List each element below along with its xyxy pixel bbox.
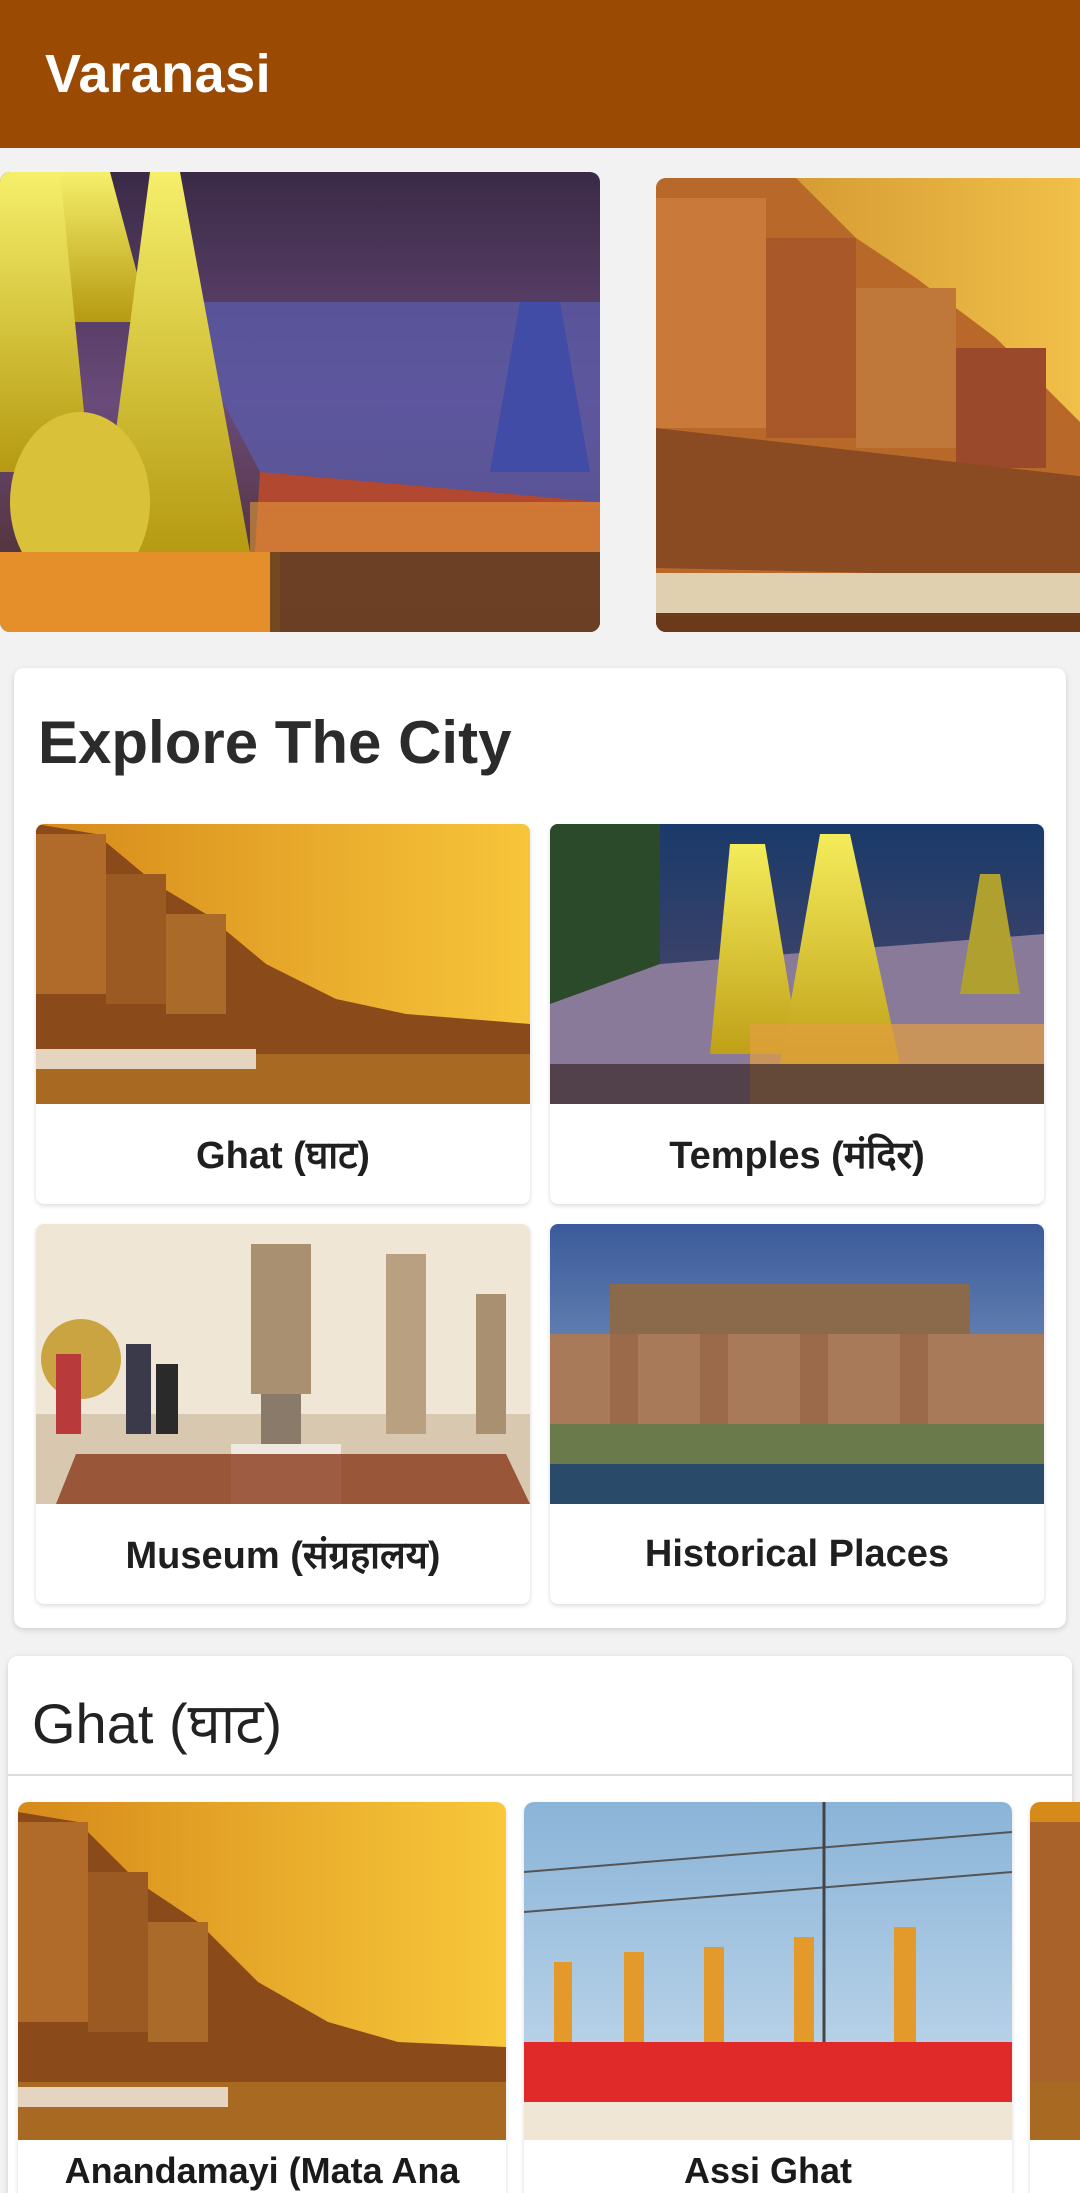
ghat-item-assi[interactable]: Assi Ghat (524, 1802, 1012, 2193)
tile-label: Museum (संग्रहालय) (125, 1535, 441, 1577)
carousel-slide-temple[interactable] (0, 172, 600, 632)
fort-photo (550, 1224, 1044, 1504)
aarti-photo (524, 1802, 1012, 2140)
tile-temples[interactable]: Temples (मंदिर) (550, 824, 1044, 1204)
explore-city-card: Explore The City Ghat (घाट) Temples (मंद… (14, 668, 1066, 1628)
ghat-item-label: Anandamayi (Mata Ana (64, 2150, 460, 2191)
app-title: Varanasi (45, 44, 272, 104)
temple-night-photo (0, 172, 600, 632)
app-bar: Varanasi (0, 0, 1080, 148)
ghat-item-label: Assi Ghat (683, 2150, 853, 2191)
ghat-photo (36, 824, 530, 1104)
tile-label: Historical Places (644, 1532, 950, 1575)
museum-photo (36, 1224, 530, 1504)
ghat-photo (1030, 1802, 1080, 2140)
ghat-photo (18, 1802, 506, 2140)
ghat-section: Ghat (घाट) Anandamayi (Mata Ana Assi Gha… (8, 1656, 1080, 2193)
tile-label: Ghat (घाट) (196, 1135, 370, 1177)
temple-photo (550, 824, 1044, 1104)
ghat-item-partial[interactable] (1030, 1802, 1080, 2193)
divider (8, 1774, 1072, 1776)
tile-museum[interactable]: Museum (संग्रहालय) (36, 1224, 530, 1604)
ghat-buildings-photo (656, 178, 1080, 632)
tile-ghat[interactable]: Ghat (घाट) (36, 824, 530, 1204)
tile-label: Temples (मंदिर) (669, 1135, 925, 1177)
carousel-slide-ghat[interactable] (656, 178, 1080, 632)
image-carousel[interactable] (0, 172, 1080, 634)
ghat-section-title: Ghat (घाट) (32, 1692, 283, 1755)
explore-title: Explore The City (38, 709, 512, 776)
tile-historical-places[interactable]: Historical Places (550, 1224, 1044, 1604)
ghat-item-anandamayi[interactable]: Anandamayi (Mata Ana (18, 1802, 506, 2193)
